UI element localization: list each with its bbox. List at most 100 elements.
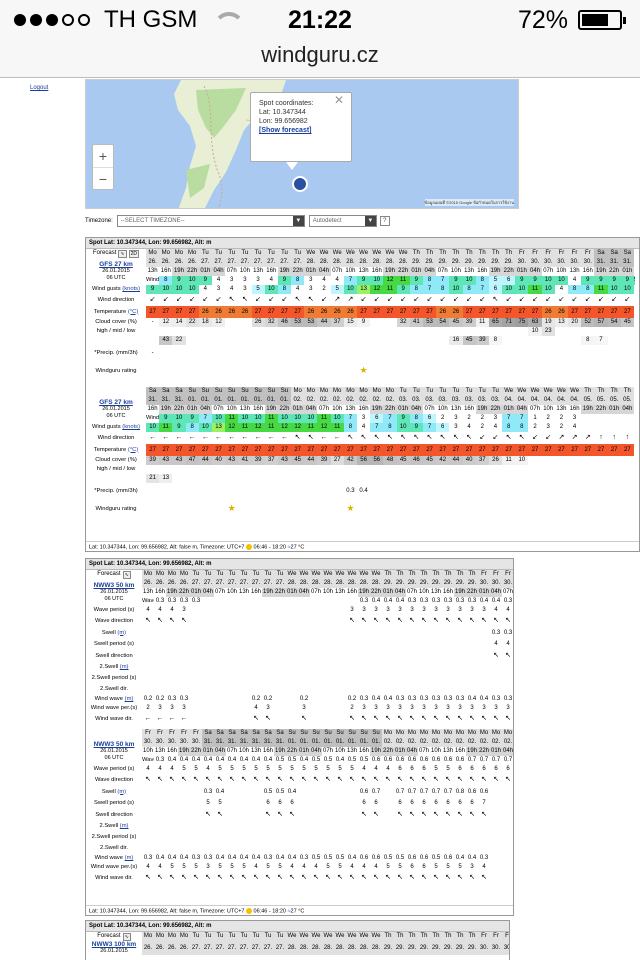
wave-cell: 0.4 xyxy=(479,598,489,604)
precip-cell: 0.3 xyxy=(346,487,355,494)
hour-cell: 16h xyxy=(266,268,277,274)
cloud-mid-cell xyxy=(449,327,462,336)
wave-cell xyxy=(346,597,358,606)
temperature-unit[interactable]: (°C) xyxy=(128,309,138,315)
day-cell: Fr xyxy=(568,249,582,258)
model-link[interactable]: GFS 27 km xyxy=(86,261,146,268)
model-link[interactable]: GFS 27 km xyxy=(86,399,146,406)
direction-arrow-icon: ↖ xyxy=(181,873,187,881)
temperature-cell: 26 xyxy=(225,306,239,318)
wave-cell: 0.6 xyxy=(395,757,405,763)
temperature-unit[interactable]: (°C) xyxy=(128,447,138,453)
cloud-high-cell: 42 xyxy=(343,456,357,465)
wind-wave-period-cell: 4 xyxy=(374,864,378,870)
swell-unit[interactable]: (m) xyxy=(117,630,126,636)
swell-direction-cell xyxy=(334,650,346,662)
graph-icon[interactable]: ∿ xyxy=(122,570,131,579)
precip-cell xyxy=(252,483,265,499)
hour-cell: 19h xyxy=(466,747,478,756)
cloud-mid-cell xyxy=(344,465,357,474)
swell-period-cell xyxy=(298,639,310,650)
swell-cell: 0.7 xyxy=(371,788,381,795)
swell2-period-cell xyxy=(250,673,262,684)
day-cell: Th xyxy=(406,932,418,941)
cloud-low-cell: 39 xyxy=(475,336,489,345)
autodetect-select[interactable]: Autodetect ▼ xyxy=(308,215,377,227)
direction-arrow-icon: ↖ xyxy=(469,616,475,624)
swell-cell xyxy=(166,627,178,639)
zoom-out-button[interactable]: − xyxy=(93,168,113,190)
help-button[interactable]: ? xyxy=(379,216,390,226)
wind-gusts-cell: 10 xyxy=(264,285,278,294)
wind-gusts-label-text: Wind gusts xyxy=(91,424,121,430)
hour-cell: 01h xyxy=(202,747,214,756)
nww3-100-box-header: Spot Lat: 10.347344, Lon: 99.656982, Alt… xyxy=(86,921,509,932)
wind-gusts-unit[interactable]: (knots) xyxy=(122,424,140,430)
day-cell: We xyxy=(346,932,358,941)
swell-period-cell xyxy=(298,798,310,809)
wind-wave-direction-cell: ← xyxy=(142,713,154,725)
date-cell: 30. xyxy=(166,738,178,747)
graph-icon[interactable]: ∿ xyxy=(118,249,127,258)
wave-period-cell: 4 xyxy=(170,766,174,772)
wind-speed-cell: 9 xyxy=(620,276,634,285)
wind-wave-unit[interactable]: (m) xyxy=(125,855,134,861)
zoom-in-button[interactable]: + xyxy=(93,145,113,168)
wind-gusts-cell: 11 xyxy=(159,423,173,432)
wind-wave-direction-cell: ↖ xyxy=(358,713,370,725)
wind-gusts-cell: 6 xyxy=(436,423,450,432)
direction-arrow-icon: ↖ xyxy=(452,433,459,441)
mode-button[interactable]: 2D xyxy=(128,249,139,258)
direction-arrow-icon: ↖ xyxy=(169,775,175,783)
day-cell: Sa xyxy=(607,249,621,258)
swell2-period-cell xyxy=(298,673,310,684)
hour-cell: 22h xyxy=(396,267,410,276)
cloud-low-cell xyxy=(410,336,423,345)
swell-direction-cell xyxy=(310,809,322,821)
date-cell: 03. xyxy=(449,396,463,405)
wind-wave-cell xyxy=(274,695,286,704)
swell-period-cell xyxy=(202,639,214,650)
hour-row: 10h 13h 16h 19h 22h 01h 04h 07h 10h 13h 16h 19h 22h 0… xyxy=(86,747,513,756)
date-cell: 27. xyxy=(250,941,262,955)
wind-wave-period-cell: 3 xyxy=(386,705,390,711)
spot-map[interactable]: + − ✕ Spot coordinates: Lat: 10.347344 L… xyxy=(85,79,519,209)
model-link[interactable]: NWW3 50 km xyxy=(86,741,142,748)
swell-direction-row: Swell direction ↖ ↖ ↖ ↖ ↖ ↖ ↖ ↖ ↖ ↖ ↖ ↖ ↖ ↖ ↖ xyxy=(86,809,513,821)
cloud-low-cell xyxy=(225,336,238,345)
logout-link[interactable]: Logout xyxy=(30,85,48,91)
swell-period-row: Swell period (s) 5 5 6 6 6 6 6 6 6 6 6 6 6 6 7 xyxy=(86,798,513,809)
date-cell: 31. xyxy=(146,396,160,405)
model-link[interactable]: NWW3 100 km xyxy=(86,941,142,948)
close-icon[interactable]: ✕ xyxy=(334,94,344,106)
wave-period-cell: 5 xyxy=(434,766,438,772)
direction-arrow-icon: ↙ xyxy=(400,295,407,303)
model-link[interactable]: NWW3 50 km xyxy=(86,582,142,589)
swell2-unit[interactable]: (m) xyxy=(120,664,129,670)
date-cell: 28. xyxy=(330,258,344,267)
wind-wave-cell: 0.4 xyxy=(467,855,477,861)
date-cell: 29. xyxy=(454,941,466,955)
wave-cell: 0.4 xyxy=(191,757,201,763)
hour-cell: 22h xyxy=(502,267,516,276)
graph-icon[interactable]: ∿ xyxy=(122,932,131,941)
wind-direction-cell: ↗ xyxy=(581,432,594,444)
map-marker-icon[interactable] xyxy=(292,176,308,192)
day-cell: Su xyxy=(370,729,382,738)
swell-unit[interactable]: (m) xyxy=(117,789,126,795)
swell2-cell xyxy=(166,821,178,832)
wind-gusts-cell xyxy=(621,423,634,432)
rating-cell xyxy=(238,499,251,519)
wave-direction-cell: ↖ xyxy=(214,774,226,786)
wind-gusts-unit[interactable]: (knots) xyxy=(122,286,140,292)
address-bar[interactable]: windguru.cz xyxy=(0,40,640,78)
wind-wave-unit[interactable]: (m) xyxy=(125,696,134,702)
day-cell: Su xyxy=(238,387,252,396)
swell2-row: 2.Swell (m) xyxy=(86,662,513,673)
battery-percent: 72% xyxy=(517,6,568,34)
show-forecast-link[interactable]: [Show forecast] xyxy=(259,126,343,135)
forecast-text: Forecast xyxy=(97,571,121,577)
timezone-select[interactable]: --SELECT TIMEZONE-- ▼ xyxy=(116,215,305,227)
swell2-unit[interactable]: (m) xyxy=(120,823,129,829)
wave-period-cell: 4 xyxy=(206,766,210,772)
